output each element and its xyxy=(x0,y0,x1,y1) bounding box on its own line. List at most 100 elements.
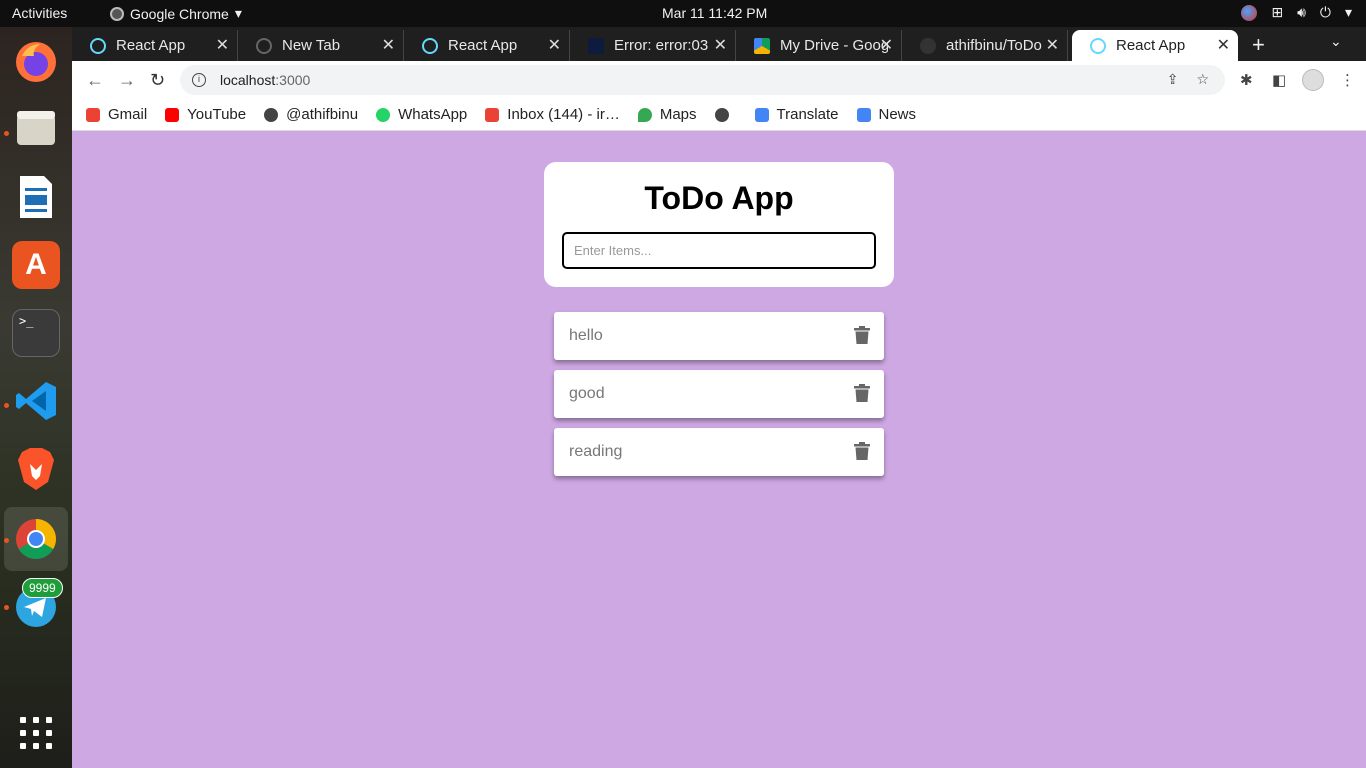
tab-new-tab[interactable]: New Tab ✕ xyxy=(238,30,404,61)
close-icon[interactable]: ✕ xyxy=(714,35,727,55)
side-panel-icon[interactable]: ◧ xyxy=(1272,71,1286,89)
forward-button[interactable]: → xyxy=(118,70,136,91)
close-icon[interactable]: ✕ xyxy=(1046,35,1059,55)
error-favicon-icon xyxy=(588,37,604,54)
tab-error[interactable]: Error: error:03 ✕ xyxy=(570,30,736,61)
bookmark-globe[interactable] xyxy=(714,107,737,122)
network-icon[interactable]: ⊞ xyxy=(1271,4,1283,21)
gmail-icon xyxy=(485,107,500,122)
bookmark-label: Gmail xyxy=(108,106,148,123)
bookmark-whatsapp[interactable]: WhatsApp xyxy=(376,106,467,123)
bookmark-label: Translate xyxy=(776,106,839,123)
writer-icon[interactable] xyxy=(12,173,60,221)
bookmark-athifbinu[interactable]: @athifbinu xyxy=(264,106,358,123)
bookmarks-bar: Gmail YouTube @athifbinu WhatsApp Inbox … xyxy=(72,99,1366,131)
whatsapp-icon xyxy=(376,107,391,122)
close-icon[interactable]: ✕ xyxy=(548,35,561,55)
telegram-unread-badge: 9999 xyxy=(22,578,63,598)
maps-pin-icon xyxy=(637,107,652,122)
system-top-bar: Activities Google Chrome ▾ Mar 11 11:42 … xyxy=(0,0,1366,27)
bookmark-translate[interactable]: Translate xyxy=(754,106,839,123)
running-indicator xyxy=(4,538,9,543)
address-bar[interactable]: i localhost:3000 ⇪ ☆ xyxy=(180,65,1225,95)
trash-icon[interactable] xyxy=(854,326,870,344)
reload-button[interactable]: ↻ xyxy=(150,70,165,91)
todo-item-text: good xyxy=(569,385,605,402)
trash-icon[interactable] xyxy=(854,384,870,402)
tab-react-app-1[interactable]: React App ✕ xyxy=(72,30,238,61)
trash-icon[interactable] xyxy=(854,442,870,460)
news-icon xyxy=(856,107,871,122)
clock[interactable]: Mar 11 11:42 PM xyxy=(662,5,767,21)
bookmark-maps[interactable]: Maps xyxy=(637,106,697,123)
tab-react-app-active[interactable]: React App ✕ xyxy=(1072,30,1238,61)
terminal-icon[interactable]: >_ xyxy=(12,309,60,357)
back-button[interactable]: ← xyxy=(86,70,104,91)
bookmark-news[interactable]: News xyxy=(856,106,917,123)
new-tab-button[interactable]: + xyxy=(1252,32,1265,58)
menu-kebab-icon[interactable]: ⋮ xyxy=(1340,71,1355,89)
firefox-icon[interactable] xyxy=(12,38,60,86)
todo-list-item: reading xyxy=(554,428,884,476)
tab-search-chevron-icon[interactable]: ⌄ xyxy=(1330,33,1342,50)
bookmark-label: WhatsApp xyxy=(398,106,468,123)
browser-window: React App ✕ New Tab ✕ React App ✕ Error:… xyxy=(72,27,1366,768)
tab-title: React App xyxy=(1116,37,1186,54)
notification-app-icon[interactable] xyxy=(1241,4,1258,21)
dock: A >_ 9999 xyxy=(0,27,72,768)
tab-my-drive[interactable]: My Drive - Goog ✕ xyxy=(736,30,902,61)
todo-list-item: good xyxy=(554,370,884,418)
close-icon[interactable]: ✕ xyxy=(880,35,893,55)
bookmark-inbox[interactable]: Inbox (144) - ir… xyxy=(485,106,620,123)
bookmark-gmail[interactable]: Gmail xyxy=(86,106,147,123)
close-icon[interactable]: ✕ xyxy=(382,35,395,55)
globe-icon xyxy=(264,107,279,122)
close-icon[interactable]: ✕ xyxy=(216,35,229,55)
system-tray[interactable]: ⊞ 🔊︎ ⏻ ▾ xyxy=(1241,4,1352,21)
bookmark-label: News xyxy=(878,106,917,123)
running-indicator xyxy=(4,131,9,136)
github-favicon-icon xyxy=(920,37,936,54)
url-port: :3000 xyxy=(275,72,311,88)
globe-favicon-icon xyxy=(256,37,272,54)
bookmark-youtube[interactable]: YouTube xyxy=(165,106,246,123)
tab-title: Error: error:03 xyxy=(614,37,709,54)
volume-icon[interactable]: 🔊︎ xyxy=(1297,4,1306,21)
todo-header-card: ToDo App xyxy=(544,162,894,287)
activities-button[interactable]: Activities xyxy=(12,5,67,21)
show-applications-icon[interactable] xyxy=(20,717,52,749)
files-icon[interactable] xyxy=(12,105,60,153)
running-indicator xyxy=(4,403,9,408)
bookmark-label: Maps xyxy=(659,106,697,123)
tab-title: React App xyxy=(448,37,518,54)
brave-icon[interactable] xyxy=(12,445,60,493)
extensions-icon[interactable]: ✱ xyxy=(1240,71,1253,89)
gmail-icon xyxy=(86,107,100,122)
chevron-down-icon[interactable]: ▾ xyxy=(1345,4,1352,21)
todo-item-text: hello xyxy=(569,327,603,344)
app-menu-label: Google Chrome xyxy=(130,5,229,22)
chrome-app-icon xyxy=(110,6,124,21)
chrome-icon[interactable] xyxy=(12,515,60,563)
software-icon[interactable]: A xyxy=(12,241,60,289)
todo-item-text: reading xyxy=(569,443,623,460)
chevron-down-icon: ▾ xyxy=(234,5,242,21)
app-menu[interactable]: Google Chrome ▾ xyxy=(110,5,242,22)
power-icon[interactable]: ⏻ xyxy=(1320,4,1331,21)
vscode-icon[interactable] xyxy=(12,377,60,425)
page-title: ToDo App xyxy=(644,180,794,216)
bookmark-star-icon[interactable]: ☆ xyxy=(1196,71,1209,88)
tab-github[interactable]: athifbinu/ToDo ✕ xyxy=(902,30,1068,61)
browser-toolbar: ← → ↻ i localhost:3000 ⇪ ☆ ✱ ◧ ⋮ xyxy=(72,61,1366,99)
react-favicon-icon xyxy=(90,37,106,54)
share-icon[interactable]: ⇪ xyxy=(1167,71,1179,88)
bookmark-label: @athifbinu xyxy=(286,106,359,123)
close-icon[interactable]: ✕ xyxy=(1217,35,1230,55)
react-favicon-icon xyxy=(422,37,438,54)
profile-avatar[interactable] xyxy=(1302,69,1324,91)
todo-item-input[interactable] xyxy=(562,232,876,269)
site-info-icon[interactable]: i xyxy=(192,73,206,87)
bookmark-label: Inbox (144) - ir… xyxy=(507,106,620,123)
tab-title: New Tab xyxy=(282,37,341,54)
tab-react-app-2[interactable]: React App ✕ xyxy=(404,30,570,61)
